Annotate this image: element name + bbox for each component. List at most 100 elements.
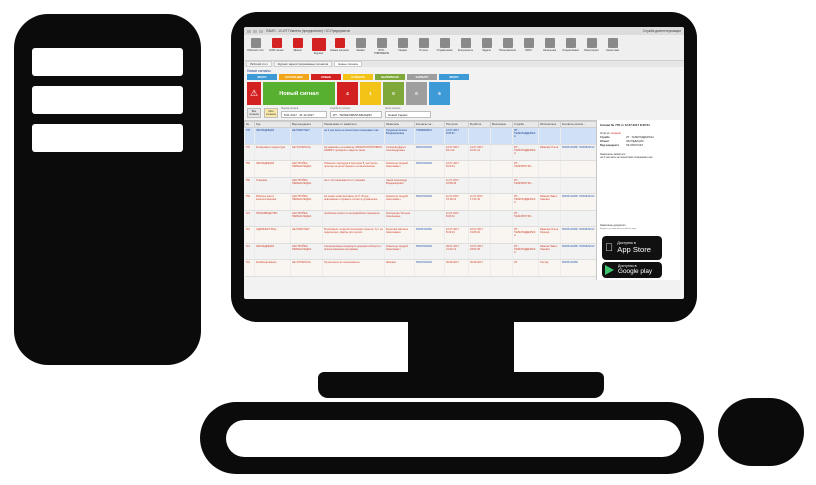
ribbon-button[interactable]: Отчеты	[414, 37, 433, 59]
ribbon-button[interactable]: ОРКС	[519, 37, 538, 59]
table-cell: проблема печати по интерфейсам терминала	[322, 210, 385, 227]
app-store-badge[interactable]:  Доступно в App Store	[602, 236, 662, 260]
app-window: ПАМП - 1С:ИТ Планета (предприятие) / 1С:…	[244, 27, 684, 299]
counter-tile[interactable]: 1	[360, 82, 381, 105]
detail-field-value: НЕ РАБОТАЕТ	[626, 144, 644, 147]
ribbon-button[interactable]: НОВ сигнал	[267, 37, 286, 59]
tab-item[interactable]: Рабочий стол	[246, 61, 272, 67]
ribbon-button[interactable]: Рабочий стол	[246, 37, 265, 59]
table-cell: НАСТРОЙКА ПЕРЕНАЛАДКА	[290, 210, 323, 227]
table-cell: Иванова Ольга Леонид...	[538, 226, 561, 244]
table-row[interactable]: 750 Рабочее место комплектовщика НАСТРОЙКА…	[244, 193, 596, 211]
table-cell: ЭКСПЕДИЦИЯ	[254, 243, 291, 260]
table-cell: Иванова Ольга	[538, 144, 561, 161]
counter-tile[interactable]: 4	[337, 82, 358, 105]
counter-tile[interactable]: 0	[383, 82, 404, 105]
counter-tile[interactable]: 5	[429, 82, 450, 105]
table-row[interactable]: 713 ЭКСПЕДИЦИЯ НАСТРОЙКА ПЕРЕНАЛАДКА Синхро…	[244, 243, 596, 260]
google-play-badge[interactable]: Доступно в Google play	[602, 262, 662, 278]
journal-icon	[311, 38, 326, 51]
status-tab[interactable]: ВЫПОЛНЕНО	[375, 74, 405, 80]
table-cell: ИТ - ТЕЛЕПОДДЕРЖКА	[512, 127, 539, 145]
ribbon-button-label: НОВ сигнал	[269, 49, 284, 52]
ribbon-button[interactable]: ПРО-ТИВОМЕРЫ	[372, 37, 391, 59]
analytics-icon	[607, 38, 618, 48]
status-tab[interactable]: НАСТОЯ-ЩЕЕ	[279, 74, 309, 80]
table-cell: ИТ - ТЕЛЕПОДДЕРЖКА	[512, 193, 539, 211]
ribbon-button[interactable]: Аналитика	[603, 37, 622, 59]
reports-icon	[418, 38, 429, 48]
ribbon-button-label: ОРКС	[524, 49, 533, 52]
catalogs-icon	[439, 38, 450, 48]
table-cell: Рабочее место комплектовщика	[254, 193, 291, 211]
ribbon-button[interactable]: Сводка	[393, 37, 412, 59]
status-tab[interactable]: ВСЕГО	[439, 74, 469, 80]
table-cell	[490, 259, 513, 277]
users-icon	[502, 38, 513, 48]
contractors-icon	[460, 38, 471, 48]
table-cell: Лучше всего не пользоваться	[322, 259, 385, 277]
table-cell: Ковальчук Андрей Николаевич	[384, 243, 415, 260]
tab-item[interactable]: Новые сигналы	[334, 61, 363, 67]
table-cell	[468, 210, 491, 227]
table-cell	[490, 160, 513, 178]
operative-icon	[565, 38, 576, 48]
window-title: ПАМП - 1С:ИТ Планета (предприятие) / 1С:…	[266, 29, 351, 33]
window-controls[interactable]	[247, 29, 263, 33]
table-cell: 09.07.2017 21:33:12	[444, 243, 469, 260]
ribbon-button[interactable]: Оперативный	[561, 37, 580, 59]
tab-item[interactable]: Журнал зарегистрированных сигналов	[273, 61, 333, 67]
table-cell: Комбинирование	[254, 259, 291, 277]
table-row[interactable]: 716 АДМИНИСТРАЦ... НЕ РАБОТАЕТ В компании: …	[244, 226, 596, 244]
table-row[interactable]: 778 ЭКСПЕДИЦИЯ НЕ РАБОТАЕТ на 3 уже весы не…	[244, 127, 596, 145]
ribbon-button[interactable]: Пользователи	[498, 37, 517, 59]
all-signals-button[interactable]: Все сигналы	[247, 108, 261, 118]
counter-tile[interactable]: 0	[406, 82, 427, 105]
service-select[interactable]: ИТ - ТЕЛЕКОММУНИКАЦИИ	[330, 111, 382, 118]
ribbon-button[interactable]: Начальник	[540, 37, 559, 59]
author-input[interactable]: Новый Сервис	[385, 111, 431, 118]
ribbon-button[interactable]: Звонок	[288, 37, 307, 59]
signal-title: Сигнал № 778 от 12.07.2017 8:30:51	[600, 123, 650, 127]
period-filter: Период сигнала 8.01.2017 - 31.12.2017	[281, 108, 327, 118]
status-tab[interactable]: В РАБОТЕ	[343, 74, 373, 80]
table-cell: Не нажимать на клавишу ЗАРЕГИСТРИРОВАТЬ …	[322, 144, 385, 161]
ribbon-button[interactable]: Справочники	[435, 37, 454, 59]
ribbon-button-label: Контрагенты	[457, 49, 474, 52]
ribbon-button[interactable]: Заявки	[351, 37, 370, 59]
table-row[interactable]: 769 ЭКСПЕДИЦИЯ НАСТРОЙКА ПЕРЕНАЛАДКА Поменя…	[244, 160, 596, 178]
period-input[interactable]: 8.01.2017 - 31.12.2017	[281, 111, 327, 118]
table-cell	[490, 127, 513, 145]
ribbon-button-label: Новые сигналы	[330, 49, 349, 52]
status-tab[interactable]: ВСЕГО	[247, 74, 277, 80]
service-filter: Служба по сигналу ИТ - ТЕЛЕКОММУНИКАЦИИ	[330, 108, 382, 118]
detail-field-value: ЭКСПЕДИЦИЯ	[626, 140, 644, 143]
ribbon-button[interactable]: Мониторинг	[582, 37, 601, 59]
table-row[interactable]: 776 Копировка и корректура НЕ ХОТЕЛОСЬ Не н…	[244, 144, 596, 161]
table-cell: 11.07.2017 8:30:01	[444, 210, 469, 227]
status-tab[interactable]: ЗАКРЫТО	[407, 74, 437, 80]
new-signal-button[interactable]: Новый сигнал	[263, 82, 335, 105]
table-cell: ИТ - ТЕЛЕПРОГРА...	[512, 177, 539, 194]
status-tab[interactable]: НОВЫЕ	[311, 74, 341, 80]
ribbon-button[interactable]: Задачи	[477, 37, 496, 59]
table-cell: Григорьева Татьяна Алексеевна	[384, 210, 415, 227]
apple-icon: 	[605, 242, 613, 254]
table-cell: 10.07.2017 8:43:23	[444, 226, 469, 244]
table-cell: ПРОИЗВОДСТВО	[254, 210, 291, 227]
ribbon-button-label: Задачи	[482, 49, 491, 52]
table-row[interactable]: 758 Упаковка НАСТРОЙКА ПЕРЕНАЛАДКА на кт 10…	[244, 177, 596, 194]
ribbon-button[interactable]: Новые сигналы	[330, 37, 349, 59]
ribbon-button[interactable]: Журнал	[309, 37, 328, 59]
table-cell	[414, 210, 445, 227]
my-signals-button[interactable]: Мои сигналы	[264, 108, 278, 118]
table-cell: на 3 уже весы не мониторим показывают на…	[322, 127, 385, 145]
ribbon-button[interactable]: Контрагенты	[456, 37, 475, 59]
table-cell: НЕ РАБОТАЕТ	[290, 127, 323, 145]
table-cell: ИТ - ТЕЛЕПОДДЕРЖКА	[512, 243, 539, 260]
keyboard-keys	[226, 420, 681, 457]
table-row[interactable]: 701 Комбинирование НЕ ХОТЕЛОСЬ Лучше всего …	[244, 259, 596, 277]
table-cell	[490, 177, 513, 194]
alert-icon[interactable]: ⚠	[247, 82, 261, 105]
table-row[interactable]: 721 ПРОИЗВОДСТВО НАСТРОЙКА ПЕРЕНАЛАДКА проб…	[244, 210, 596, 227]
